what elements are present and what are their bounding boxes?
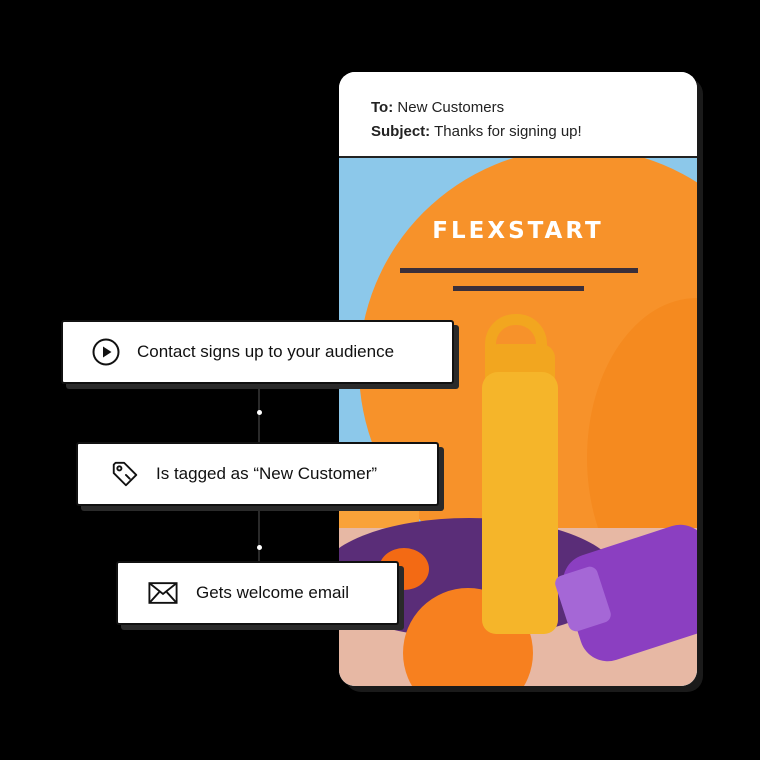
workflow-step-label: Is tagged as “New Customer” (156, 464, 378, 483)
connector-dot-2 (257, 545, 262, 550)
brand-logo: FLEXSTART (432, 218, 604, 244)
workflow-step-welcome-email[interactable]: Gets welcome email (116, 561, 399, 625)
workflow-step-label: Contact signs up to your audience (137, 342, 395, 361)
yellow-bottle (482, 372, 558, 634)
email-header: To: New Customers Subject: Thanks for si… (339, 72, 697, 158)
tag-icon (110, 459, 140, 489)
subheadline-placeholder-bar (453, 286, 584, 291)
email-subject-line: Subject: Thanks for signing up! (371, 120, 697, 144)
workflow-step-label: Gets welcome email (196, 583, 350, 602)
workflow-step-signup[interactable]: Contact signs up to your audience (61, 320, 454, 384)
connector-dot-1 (257, 410, 262, 415)
connector-line-2 (258, 506, 260, 561)
email-to-line: To: New Customers (371, 96, 697, 120)
headline-placeholder-bar (400, 268, 638, 273)
email-to-label: To: (371, 99, 394, 116)
play-circle-icon (91, 337, 121, 367)
email-subject-label: Subject: (371, 123, 431, 140)
email-to-value: New Customers (397, 99, 505, 116)
workflow-step-tagged[interactable]: Is tagged as “New Customer” (76, 442, 439, 506)
envelope-icon (148, 578, 178, 608)
email-subject-value: Thanks for signing up! (434, 123, 582, 140)
